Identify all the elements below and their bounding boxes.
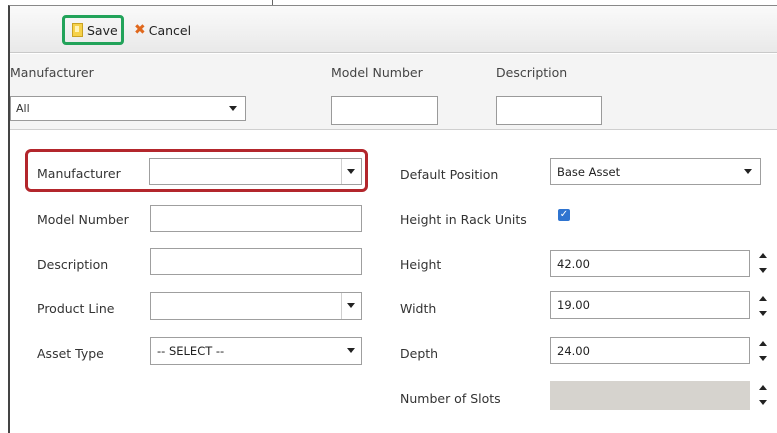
width-spinner[interactable] xyxy=(759,296,767,316)
cancel-button-label: Cancel xyxy=(148,22,192,38)
asset-type-value: -- SELECT -- xyxy=(157,344,225,358)
default-position-select[interactable]: Base Asset xyxy=(550,158,761,185)
number-of-slots-input xyxy=(550,381,750,410)
model-number-label: Model Number xyxy=(37,212,129,227)
height-label: Height xyxy=(400,257,442,272)
depth-input[interactable]: 24.00 xyxy=(550,337,750,364)
spin-down-icon xyxy=(759,356,767,361)
depth-spinner[interactable] xyxy=(759,341,767,361)
save-button[interactable]: Save xyxy=(62,15,124,45)
product-line-select[interactable] xyxy=(150,292,362,320)
filter-description-label: Description xyxy=(496,65,568,80)
asset-type-select[interactable]: -- SELECT -- xyxy=(150,337,362,365)
description-input[interactable] xyxy=(150,248,362,275)
cancel-button[interactable]: ✖ Cancel xyxy=(134,18,191,42)
height-input[interactable]: 42.00 xyxy=(550,250,750,277)
spin-down-icon xyxy=(759,268,767,273)
number-of-slots-spinner[interactable] xyxy=(759,385,767,405)
product-line-label: Product Line xyxy=(37,301,115,316)
filter-model-number-input[interactable] xyxy=(331,96,438,125)
width-input[interactable]: 19.00 xyxy=(550,291,750,319)
description-label: Description xyxy=(37,257,109,272)
manufacturer-label: Manufacturer xyxy=(37,166,121,181)
spin-up-icon xyxy=(759,296,767,301)
toolbar: Save ✖ Cancel xyxy=(10,6,777,53)
depth-label: Depth xyxy=(400,346,439,361)
filter-bar: Manufacturer Model Number Description Al… xyxy=(10,54,777,130)
spin-down-icon xyxy=(759,400,767,405)
default-position-value: Base Asset xyxy=(557,164,621,179)
chevron-down-icon xyxy=(744,169,752,174)
number-of-slots-label: Number of Slots xyxy=(400,391,501,406)
height-spinner[interactable] xyxy=(759,253,767,273)
filter-manufacturer-label: Manufacturer xyxy=(10,65,94,80)
spin-down-icon xyxy=(759,311,767,316)
chevron-down-icon xyxy=(229,106,237,111)
filter-model-number-label: Model Number xyxy=(331,65,423,80)
spin-up-icon xyxy=(759,253,767,258)
chevron-down-icon xyxy=(347,348,355,353)
model-number-input[interactable] xyxy=(150,205,362,232)
spin-up-icon xyxy=(759,341,767,346)
asset-type-label: Asset Type xyxy=(37,346,104,361)
filter-manufacturer-select[interactable]: All xyxy=(10,96,246,121)
filter-description-input[interactable] xyxy=(496,96,602,125)
filter-manufacturer-selected: All xyxy=(16,102,30,115)
height-in-rack-units-checkbox[interactable]: ✓ xyxy=(558,209,570,221)
width-label: Width xyxy=(400,301,437,316)
height-in-rack-units-label: Height in Rack Units xyxy=(400,212,527,227)
save-document-icon xyxy=(72,23,83,37)
spin-up-icon xyxy=(759,385,767,390)
save-button-label: Save xyxy=(87,22,118,38)
chevron-down-icon xyxy=(347,303,355,308)
manufacturer-select[interactable] xyxy=(149,158,362,185)
default-position-label: Default Position xyxy=(400,167,499,182)
chevron-down-icon xyxy=(347,169,355,174)
x-cancel-icon: ✖ xyxy=(134,22,146,38)
